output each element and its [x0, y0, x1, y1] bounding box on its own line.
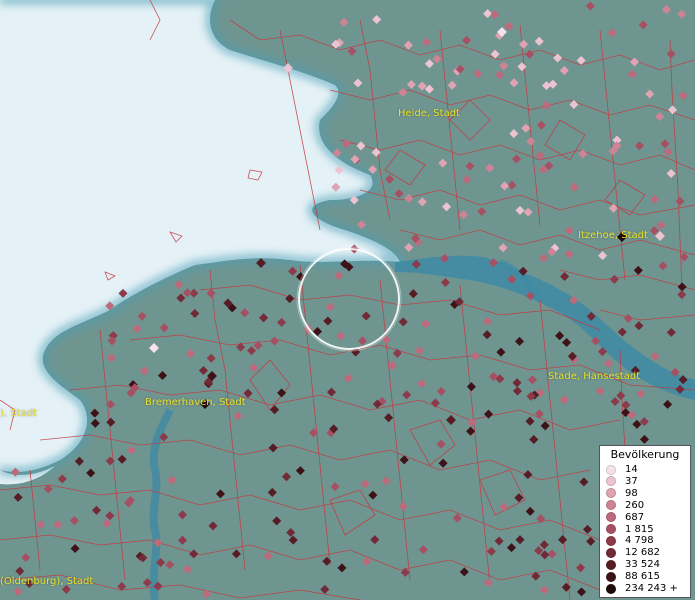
legend-row: 234 243 + — [604, 583, 678, 594]
legend-swatch — [606, 488, 616, 499]
legend-swatch — [606, 524, 616, 534]
legend-row: 260 — [604, 500, 644, 511]
legend-row: 14 — [604, 464, 638, 475]
legend-label: 14 — [625, 464, 638, 475]
legend-label: 234 243 + — [625, 583, 678, 594]
place-label-heide[interactable]: Heide, Stadt — [398, 108, 460, 119]
legend-label: 88 615 — [625, 571, 660, 583]
legend-label: 12 682 — [625, 547, 660, 559]
legend-label: 4 798 — [625, 535, 654, 547]
legend-row: 33 524 — [604, 559, 660, 570]
place-label-cut-stadt[interactable]: ), Stadt — [0, 408, 37, 419]
legend-swatch — [606, 500, 616, 511]
legend-label: 98 — [625, 487, 638, 499]
place-label-oldenburg[interactable]: (Oldenburg), Stadt — [0, 576, 93, 587]
legend-row: 12 682 — [604, 547, 660, 558]
legend-label: 1 815 — [625, 523, 654, 535]
legend-row: 88 615 — [604, 571, 660, 582]
map-view[interactable]: Heide, Stadt Itzehoe, Stadt Stade, Hanse… — [0, 0, 695, 600]
legend-swatch — [606, 583, 616, 594]
legend-swatch — [606, 571, 616, 582]
legend-swatch — [606, 535, 616, 546]
place-label-stade[interactable]: Stade, Hansestadt — [548, 371, 640, 382]
legend-swatch — [606, 547, 616, 558]
place-label-bremerhaven[interactable]: Bremerhaven, Stadt — [145, 397, 246, 408]
population-legend: Bevölkerung 14 37 98 260 687 1 815 4 798 12 682… — [599, 445, 691, 598]
legend-label: 687 — [625, 511, 645, 523]
legend-row: 687 — [604, 512, 644, 523]
legend-swatch — [606, 559, 616, 570]
legend-label: 33 524 — [625, 559, 660, 571]
legend-row: 1 815 — [604, 524, 654, 535]
legend-swatch — [606, 476, 616, 487]
legend-label: 260 — [625, 499, 645, 511]
map-canvas[interactable] — [0, 0, 695, 600]
legend-swatch — [606, 464, 616, 475]
legend-row: 37 — [604, 476, 638, 487]
legend-row: 4 798 — [604, 535, 654, 546]
legend-row: 98 — [604, 488, 638, 499]
legend-label: 37 — [625, 475, 638, 487]
place-label-itzehoe[interactable]: Itzehoe, Stadt — [578, 230, 648, 241]
legend-title: Bevölkerung — [610, 448, 680, 461]
legend-swatch — [606, 512, 616, 523]
